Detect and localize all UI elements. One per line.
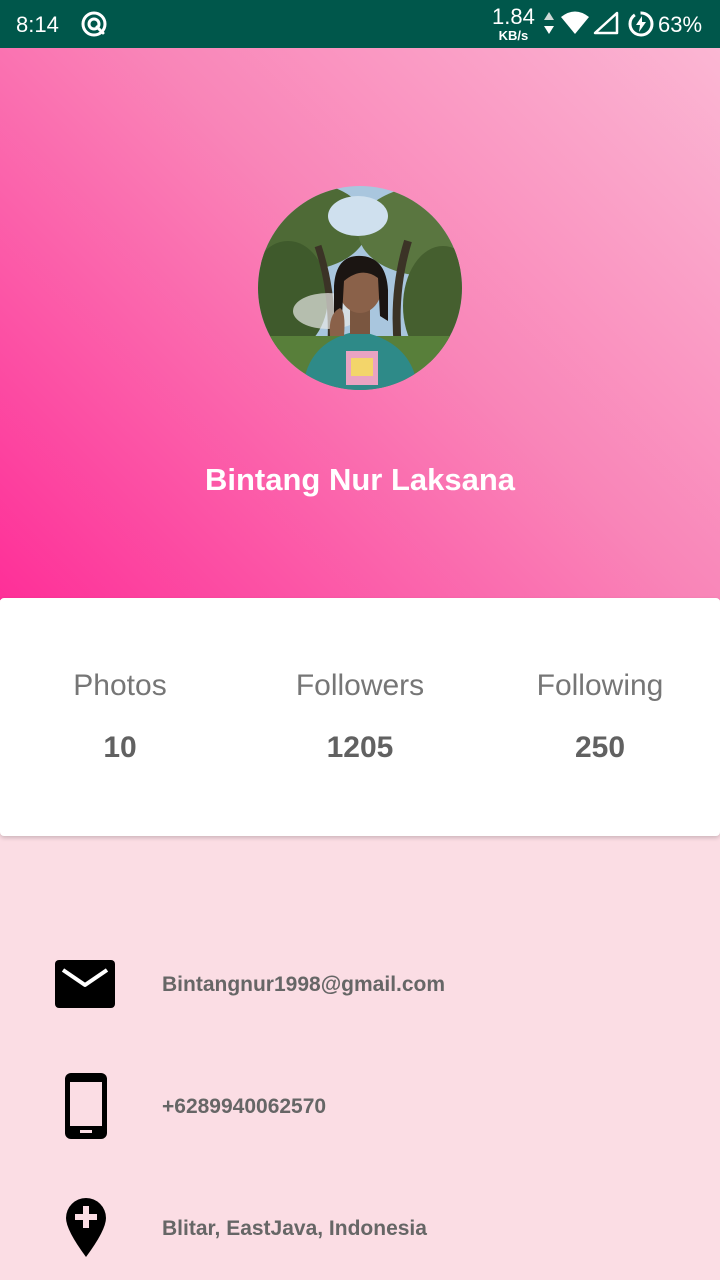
contact-email: Bintangnur1998@gmail.com [162,973,446,996]
stat-photos-value: 10 [103,731,137,764]
stat-photos-label: Photos [73,669,167,702]
location-icon [64,1196,108,1263]
profile-header: Bintang Nur Laksana [0,48,720,600]
contact-location: Blitar, EastJava, Indonesia [162,1217,427,1240]
email-icon [54,960,116,1013]
network-speed-value: 1.84 [492,4,535,29]
network-speed-unit: KB/s [498,28,529,43]
stat-followers[interactable]: Followers 1205 [240,668,480,766]
contact-email-row[interactable]: Bintangnur1998@gmail.com [0,950,720,1020]
status-bar: 8:14 1.84 KB/s 63% [0,0,720,48]
stat-followers-value: 1205 [326,731,394,764]
profile-name: Bintang Nur Laksana [204,462,516,497]
contact-location-row[interactable]: Blitar, EastJava, Indonesia [0,1196,720,1266]
phone-icon [64,1072,108,1145]
contact-phone-row[interactable]: +6289940062570 [0,1070,720,1140]
contact-phone: +6289940062570 [162,1095,327,1118]
stats-card: Photos 10 Followers 1205 Following 250 [0,598,720,836]
battery-percent: 63% [658,12,703,37]
stat-following[interactable]: Following 250 [480,668,720,766]
stat-photos[interactable]: Photos 10 [0,668,240,766]
network-speed: 1.84 KB/s [492,4,535,43]
stat-following-label: Following [536,669,664,702]
stat-followers-label: Followers [295,669,425,702]
cell-signal-icon [593,11,619,40]
battery-saver-icon [627,10,655,43]
data-arrows-icon [543,10,555,41]
sync-icon [80,10,108,43]
status-time: 8:14 [16,12,59,37]
wifi-icon [560,10,590,41]
avatar[interactable] [258,186,462,390]
stat-following-value: 250 [574,731,626,764]
